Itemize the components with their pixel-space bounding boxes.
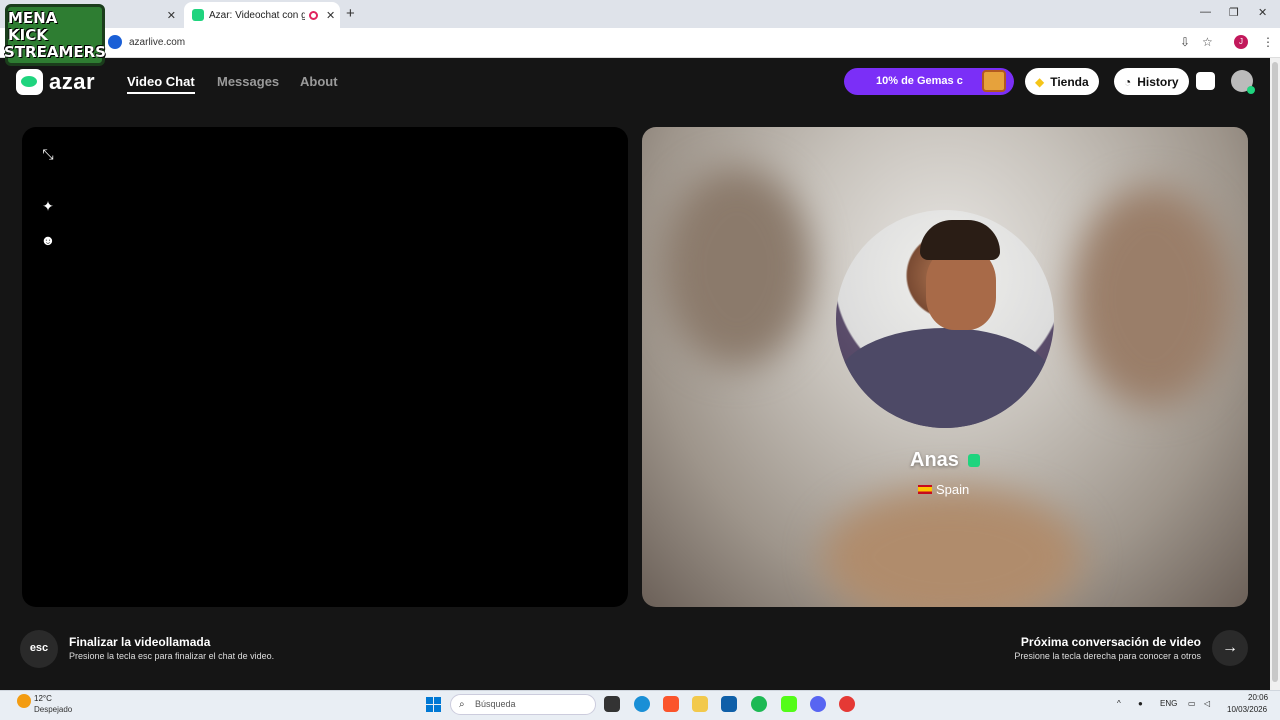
nav-messages[interactable]: Messages	[217, 74, 279, 89]
azar-favicon-icon	[192, 9, 204, 21]
store-app-icon[interactable]	[721, 696, 737, 712]
country-name: Spain	[936, 482, 970, 497]
weather-temp[interactable]: 12°C	[34, 694, 52, 703]
tab-title: Azar: Videochat con gente	[209, 9, 305, 21]
new-tab-button[interactable]: +	[346, 5, 355, 22]
blur-shape	[822, 487, 1082, 607]
effects-wand-icon[interactable]: ✦	[40, 198, 56, 214]
photo-detail	[920, 220, 1000, 260]
photo-detail	[926, 248, 996, 330]
search-icon: ⌕	[459, 699, 465, 710]
nav-video-chat[interactable]: Video Chat	[127, 74, 195, 94]
history-button[interactable]: ◔ History	[1114, 68, 1189, 95]
tab-close-icon[interactable]: ✕	[326, 9, 335, 22]
next-chat-hint: Presione la tecla derecha para conocer a…	[1014, 651, 1201, 661]
store-button[interactable]: ◆ Tienda	[1025, 68, 1099, 95]
tab-close-icon[interactable]: ✕	[167, 9, 176, 22]
volume-icon[interactable]: ◁	[1204, 699, 1210, 708]
next-chat-title: Próxima conversación de video	[1020, 635, 1201, 649]
page-scrollbar[interactable]	[1272, 62, 1278, 682]
kick-icon[interactable]	[781, 696, 797, 712]
user-avatar[interactable]	[1231, 70, 1255, 94]
browser-tab-azar[interactable]: Azar: Videochat con gente ✕	[184, 2, 340, 28]
search-placeholder: Búsqueda	[475, 699, 516, 709]
discord-icon[interactable]	[810, 696, 826, 712]
bookmark-star-icon[interactable]: ☆	[1202, 35, 1213, 49]
browser-menu-icon[interactable]: ⋮	[1262, 35, 1274, 49]
microphone-icon[interactable]: ●	[1138, 699, 1143, 708]
overlay-line: STREAMERS	[4, 42, 106, 61]
azar-logo[interactable]: azar	[16, 69, 95, 95]
end-call-button[interactable]: esc	[20, 630, 58, 668]
weather-icon[interactable]	[17, 694, 31, 708]
chrome-icon[interactable]	[839, 696, 855, 712]
spotify-icon[interactable]	[751, 696, 767, 712]
address-bar	[0, 28, 1280, 58]
network-icon[interactable]: ▭	[1188, 699, 1196, 708]
end-call-hint: Presione la tecla esc para finalizar el …	[69, 651, 275, 661]
history-label: History	[1137, 74, 1179, 89]
start-menu-icon[interactable]	[426, 697, 441, 712]
taskbar-search[interactable]: ⌕ Búsqueda	[450, 694, 596, 715]
install-app-icon[interactable]: ⇩	[1180, 35, 1190, 49]
task-view-icon[interactable]	[604, 696, 620, 712]
inbox-icon[interactable]	[1196, 72, 1215, 90]
url-field[interactable]: azarlive.com	[129, 37, 185, 48]
minimize-icon[interactable]: —	[1200, 6, 1211, 18]
browser-tab-1[interactable]: ✕	[100, 2, 182, 28]
blur-shape	[662, 167, 812, 367]
browser-profile-avatar[interactable]: J	[1234, 35, 1248, 49]
language-indicator[interactable]: ENG	[1160, 699, 1177, 708]
edge-icon[interactable]	[634, 696, 650, 712]
photo-detail	[836, 328, 1054, 428]
self-video-panel	[22, 127, 628, 607]
store-label: Tienda	[1050, 74, 1089, 89]
tray-overflow-icon[interactable]: ^	[1117, 699, 1121, 708]
gem-icon: ◆	[1035, 74, 1045, 89]
gems-promo-banner[interactable]: 10% de Gemas c	[844, 68, 1014, 95]
brand-name: azar	[49, 69, 96, 94]
weather-desc[interactable]: Despejado	[34, 705, 72, 714]
nav-about[interactable]: About	[300, 74, 338, 89]
overlay-line: MENA KICK	[8, 8, 58, 44]
restore-icon[interactable]: ❐	[1229, 6, 1239, 19]
window-close-icon[interactable]: ✕	[1258, 6, 1267, 19]
peer-name: Anas	[910, 449, 959, 471]
clock-icon: ◔	[1124, 74, 1132, 89]
face-filter-icon[interactable]: ☻	[40, 232, 56, 248]
peer-profile-photo	[836, 210, 1054, 428]
minimize-video-icon[interactable]: ⤡	[40, 146, 56, 162]
blur-shape	[1072, 187, 1232, 407]
clock-time[interactable]: 20:06	[1248, 693, 1268, 702]
verified-badge-icon	[968, 454, 980, 467]
azar-logo-icon	[16, 69, 43, 95]
recording-icon	[309, 10, 318, 20]
file-explorer-icon[interactable]	[692, 696, 708, 712]
brave-icon[interactable]	[663, 696, 679, 712]
treasure-chest-icon	[982, 70, 1006, 92]
end-call-title: Finalizar la videollamada	[69, 635, 211, 649]
promo-text: 10% de Gemas c	[876, 75, 963, 87]
next-chat-button[interactable]: →	[1212, 630, 1248, 666]
spain-flag-icon	[918, 485, 932, 494]
peer-country: Spain	[918, 482, 969, 497]
clock-date[interactable]: 10/03/2026	[1227, 705, 1267, 714]
site-info-icon[interactable]	[108, 35, 122, 49]
stream-overlay-logo: MENA KICK STREAMERS	[4, 4, 106, 66]
